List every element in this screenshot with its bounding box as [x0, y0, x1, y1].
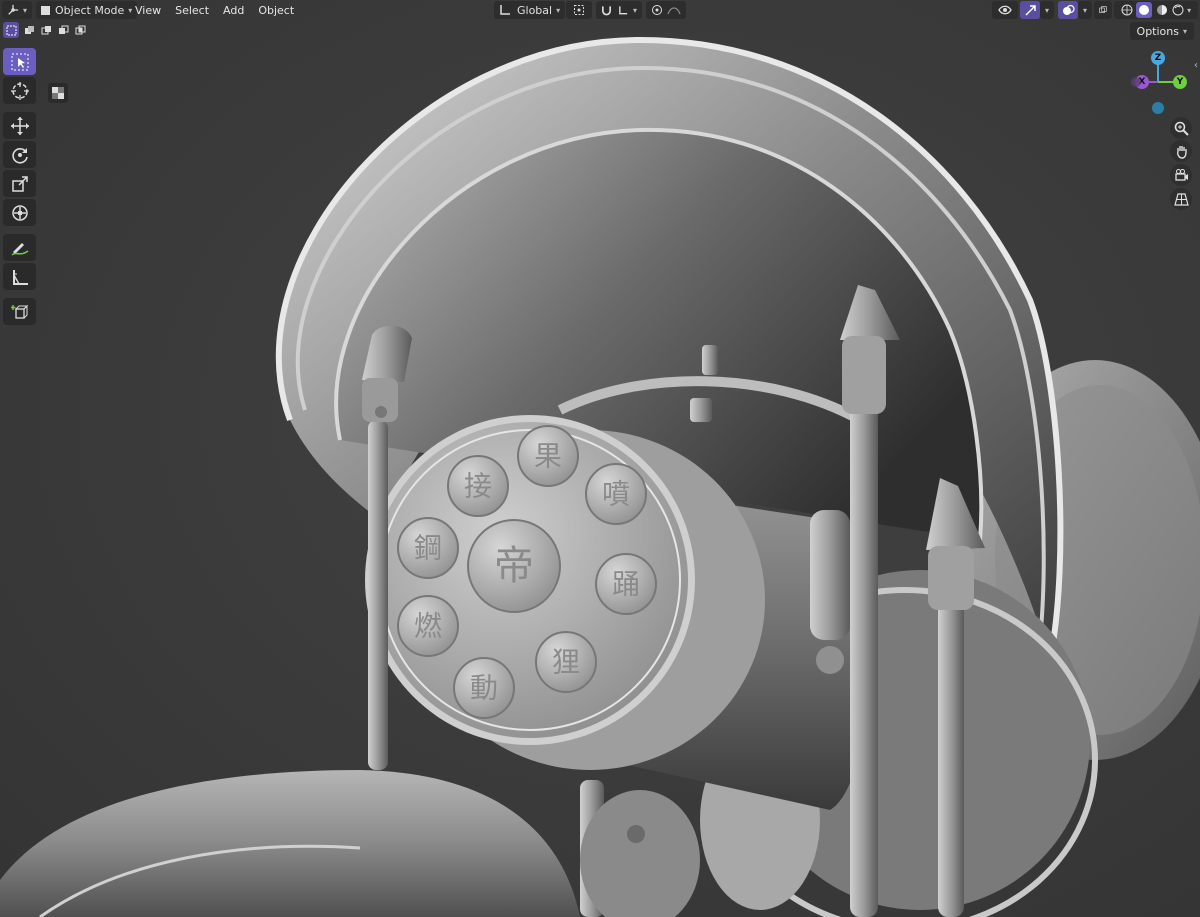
annotate-tool[interactable]: [3, 234, 36, 261]
magnifier-icon: [1174, 121, 1189, 136]
select-intersect-button[interactable]: [73, 22, 87, 38]
object-mode-icon: [41, 5, 50, 15]
pan-button[interactable]: [1170, 140, 1192, 162]
falloff-icon: [667, 7, 681, 15]
pivot-point-button[interactable]: [566, 1, 592, 19]
transform-icon: [11, 204, 28, 221]
emblem-glyph: 果: [534, 440, 562, 473]
transform-orientation-label: Global: [517, 3, 553, 17]
visibility-button[interactable]: [992, 1, 1018, 19]
eye-icon: [998, 5, 1012, 15]
options-button[interactable]: Options ▾: [1129, 22, 1194, 40]
mode-selector[interactable]: Object Mode ▾: [36, 1, 138, 19]
snap-target-icon: [619, 6, 628, 15]
magnet-icon: [602, 6, 611, 16]
emblem-glyph: 噴: [602, 478, 630, 511]
measure-tool[interactable]: [3, 263, 36, 290]
emblem-glyph: 帝: [494, 543, 534, 589]
overlays-icon: [1062, 4, 1075, 15]
menu-object[interactable]: Object: [251, 1, 301, 19]
mode-label: Object Mode: [55, 3, 125, 17]
selection-mode-row: [3, 22, 87, 40]
sidebar-toggle-arrow[interactable]: ‹: [1194, 60, 1198, 71]
tool-settings-button[interactable]: [48, 83, 68, 103]
measure-icon: [12, 269, 28, 285]
transform-tool[interactable]: [3, 199, 36, 226]
navigation-gizmo[interactable]: Z Y X: [1124, 48, 1192, 120]
zoom-button[interactable]: [1170, 117, 1192, 139]
gizmo-dropdown[interactable]: ▾: [1040, 1, 1054, 19]
overlays-toggle-button[interactable]: [1058, 1, 1078, 19]
cursor-tool[interactable]: [3, 77, 36, 104]
rotate-tool[interactable]: [3, 141, 36, 168]
select-new-button[interactable]: [3, 22, 19, 38]
menu-view[interactable]: View: [128, 1, 168, 19]
overlays-dropdown[interactable]: ▾: [1078, 1, 1092, 19]
annotate-icon: [10, 242, 28, 256]
add-cube-tool[interactable]: [3, 298, 36, 325]
emblem-glyph: 踊: [612, 568, 640, 601]
select-invert-icon: [58, 25, 68, 34]
rotate-icon: [11, 147, 28, 164]
rendered-shading-icon[interactable]: [1172, 4, 1184, 16]
solid-shading-icon: [1139, 5, 1150, 15]
move-tool[interactable]: [3, 112, 36, 139]
move-icon: [10, 116, 29, 135]
perspective-toggle-button[interactable]: [1170, 188, 1192, 210]
shading-mode-group: ▾: [1114, 1, 1198, 19]
axis-editor-icon: [8, 4, 19, 15]
gizmo-y-label: Y: [1176, 77, 1184, 87]
emblem-glyph: 動: [470, 672, 498, 705]
emblem-glyph: 鋼: [414, 532, 442, 565]
header-menus: View Select Add Object: [128, 1, 301, 19]
gizmo-toggle-button[interactable]: [1020, 1, 1040, 19]
select-extend-button[interactable]: [22, 22, 36, 38]
material-preview-icon[interactable]: [1156, 4, 1168, 16]
wireframe-shading-icon[interactable]: [1121, 4, 1133, 16]
xray-icon: [1099, 6, 1107, 13]
options-label: Options: [1136, 24, 1179, 38]
scene-render: 接 果 噴 踊 狸 動 燃 鋼 帝: [0, 0, 1200, 917]
solid-shading-button[interactable]: [1136, 2, 1153, 18]
transform-orientation-selector[interactable]: Global ▾: [494, 1, 566, 19]
scale-icon: [11, 175, 28, 192]
xray-toggle-button[interactable]: [1094, 1, 1112, 19]
3d-viewport[interactable]: 接 果 噴 踊 狸 動 燃 鋼 帝: [0, 0, 1200, 917]
viewport-header: ▾ Object Mode ▾ View Select Add Object G…: [0, 0, 1200, 20]
orientation-icon: [500, 5, 510, 15]
select-invert-button[interactable]: [56, 22, 70, 38]
grid-perspective-icon: [1173, 192, 1189, 206]
gizmo-z-label: Z: [1155, 53, 1162, 63]
select-box-icon: [11, 53, 28, 70]
checker-icon: [52, 87, 64, 99]
camera-view-button[interactable]: [1170, 164, 1192, 186]
emblem-glyph: 燃: [414, 610, 442, 643]
hand-icon: [1176, 145, 1187, 159]
proportional-editing-button[interactable]: [646, 1, 686, 19]
select-extend-icon: [24, 25, 34, 34]
select-new-icon: [6, 25, 16, 35]
editor-type-button[interactable]: ▾: [2, 1, 32, 19]
snap-button[interactable]: ▾: [596, 1, 642, 19]
add-cube-icon: [10, 304, 28, 319]
emblem-glyph: 狸: [552, 646, 580, 679]
gizmo-icon: [1024, 4, 1036, 16]
menu-add[interactable]: Add: [216, 1, 251, 19]
select-subtract-button[interactable]: [39, 22, 53, 38]
camera-icon: [1174, 168, 1188, 181]
select-intersect-icon: [75, 25, 85, 34]
toolbar: [3, 48, 38, 327]
pivot-icon: [574, 5, 584, 15]
scale-tool[interactable]: [3, 170, 36, 197]
select-subtract-icon: [41, 25, 51, 34]
menu-select[interactable]: Select: [168, 1, 216, 19]
emblem-glyph: 接: [464, 470, 492, 503]
proportional-icon: [652, 5, 662, 15]
select-box-tool[interactable]: [3, 48, 36, 75]
cursor-icon: [10, 81, 29, 100]
